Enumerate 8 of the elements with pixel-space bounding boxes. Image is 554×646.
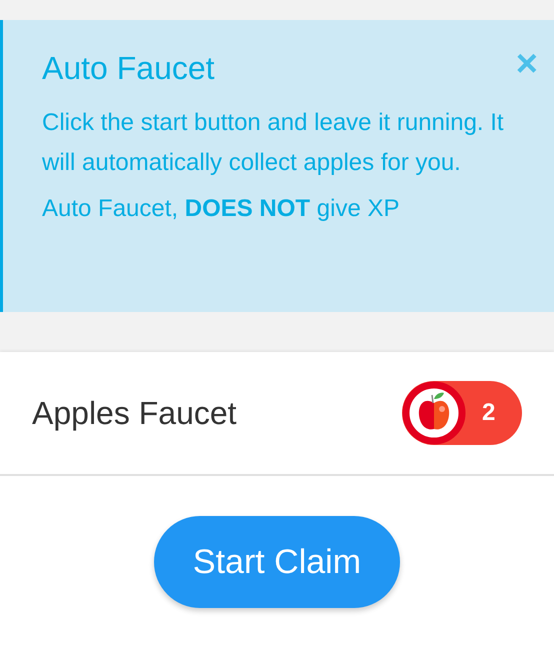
alert-message: Click the start button and leave it running. It will automatically collect apples for you.: [42, 108, 505, 178]
apple-count-badge: 2: [402, 381, 522, 445]
apple-icon: [402, 381, 466, 445]
alert-note: Auto Faucet, DOES NOT give XP: [42, 195, 400, 223]
start-claim-button[interactable]: Start Claim: [154, 516, 400, 608]
alert-title: Auto Faucet: [42, 50, 215, 87]
close-button[interactable]: ×: [516, 50, 538, 78]
card-title: Apples Faucet: [32, 394, 237, 432]
